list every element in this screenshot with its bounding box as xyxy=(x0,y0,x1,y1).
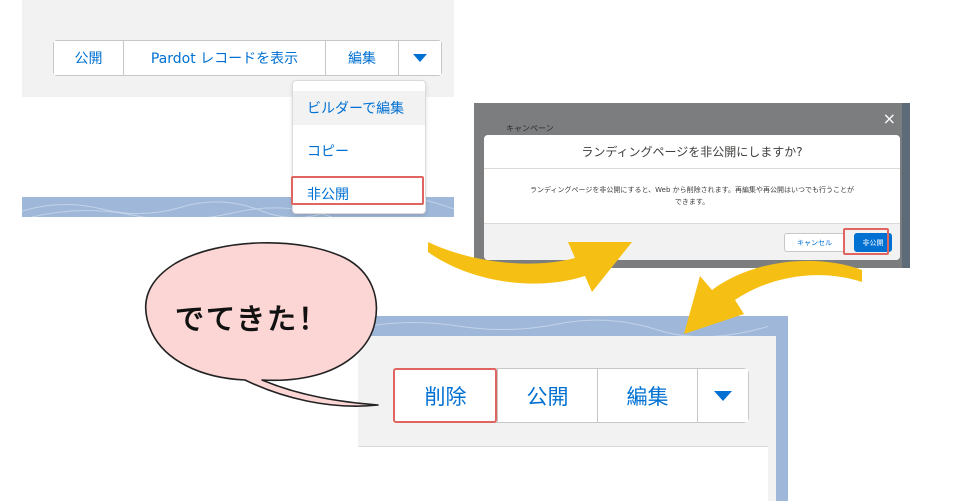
speech-bubble xyxy=(144,242,379,407)
bubble-text: でてきた！ xyxy=(175,302,330,336)
